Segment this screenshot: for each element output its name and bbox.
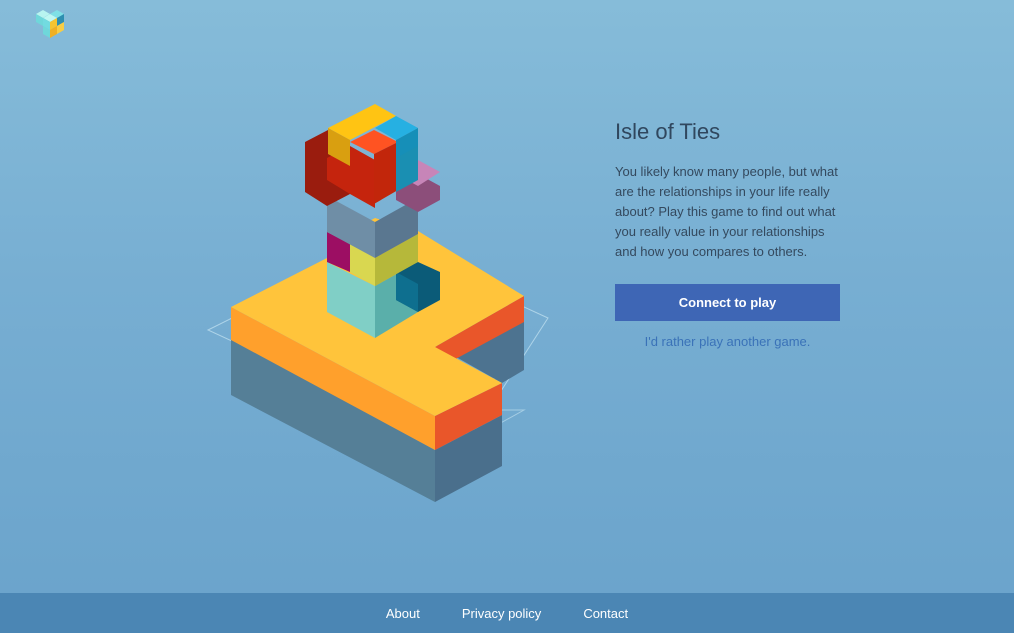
- connect-to-play-button[interactable]: Connect to play: [615, 284, 840, 321]
- logo-icon[interactable]: [34, 6, 76, 46]
- game-title: Isle of Ties: [615, 119, 721, 144]
- game-description: You likely know many people, but what ar…: [615, 164, 838, 259]
- footer-link-privacy-policy[interactable]: Privacy policy: [462, 606, 541, 621]
- island-illustration: [206, 104, 549, 502]
- footer-link-contact[interactable]: Contact: [583, 606, 628, 621]
- play-another-game-link[interactable]: I'd rather play another game.: [615, 334, 840, 349]
- footer-link-about[interactable]: About: [386, 606, 420, 621]
- footer: About Privacy policy Contact: [0, 593, 1014, 633]
- game-info-panel: Isle of Ties You likely know many people…: [615, 118, 843, 349]
